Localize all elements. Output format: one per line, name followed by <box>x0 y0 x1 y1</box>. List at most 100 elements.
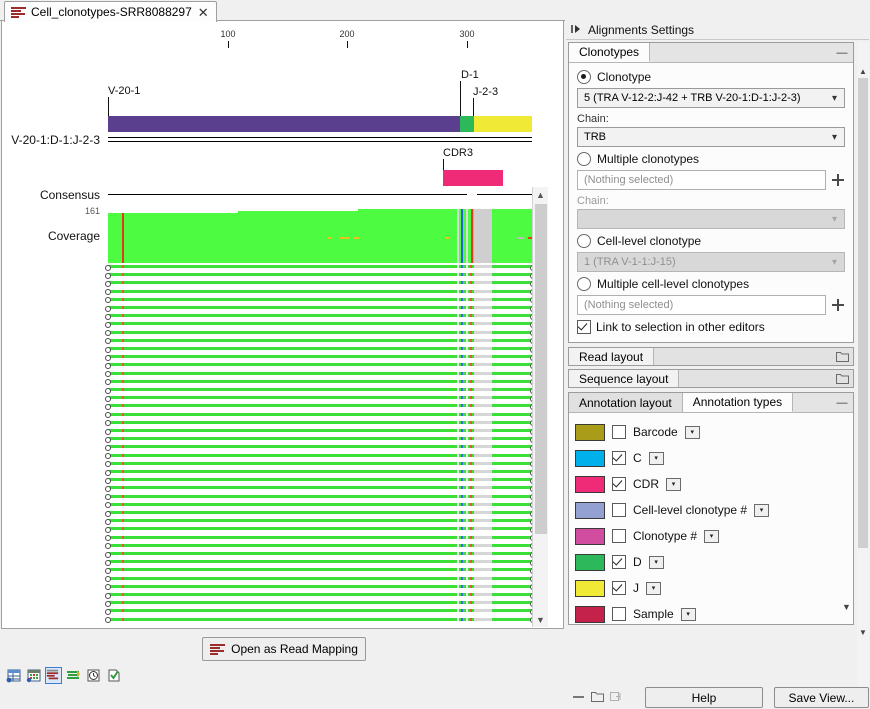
read-row[interactable] <box>108 617 532 621</box>
chevron-down-icon[interactable]: ▾ <box>704 529 720 543</box>
annotation-color-swatch[interactable] <box>575 527 605 545</box>
annotation-type-checkbox[interactable] <box>612 503 626 517</box>
annotation-type-checkbox[interactable] <box>612 451 626 465</box>
help-button[interactable]: Help <box>645 687 763 708</box>
annotation-list-scroll[interactable]: ▼ <box>841 413 853 616</box>
annotation-color-swatch[interactable] <box>575 605 605 623</box>
annotation-type-checkbox[interactable] <box>612 607 626 621</box>
read-row[interactable] <box>108 535 532 539</box>
read-row[interactable] <box>108 609 532 613</box>
chevron-down-icon[interactable]: ▾ <box>648 451 664 465</box>
read-row[interactable] <box>108 429 532 432</box>
read-row[interactable] <box>108 453 532 457</box>
history-view-icon[interactable] <box>85 667 102 684</box>
table-detail-view-icon[interactable] <box>25 667 42 684</box>
radio-row-multiple-clonotypes[interactable]: Multiple clonotypes <box>577 152 845 166</box>
read-layout-label[interactable]: Read layout <box>569 348 655 365</box>
expand-arrow-icon[interactable] <box>570 23 582 38</box>
read-row[interactable] <box>108 593 532 596</box>
annotation-color-swatch[interactable] <box>575 579 605 597</box>
read-row[interactable] <box>108 519 532 523</box>
read-row[interactable] <box>108 494 532 498</box>
read-row[interactable] <box>108 330 532 334</box>
read-row[interactable] <box>108 486 532 490</box>
read-row[interactable] <box>108 601 532 605</box>
reads-track[interactable] <box>105 264 536 627</box>
table-view-icon[interactable] <box>5 667 22 684</box>
read-row[interactable] <box>108 371 532 375</box>
radio-row-clonotype[interactable]: Clonotype <box>577 70 845 84</box>
radio-multiple-clonotypes[interactable] <box>577 152 591 166</box>
scroll-down-icon[interactable]: ▼ <box>842 602 851 612</box>
chevron-down-icon[interactable]: ▾ <box>648 555 664 569</box>
read-row[interactable] <box>108 396 532 400</box>
scrollbar-thumb[interactable] <box>535 204 547 534</box>
read-row[interactable] <box>108 273 532 277</box>
link-selection-row[interactable]: Link to selection in other editors <box>577 320 845 334</box>
read-row[interactable] <box>108 420 532 424</box>
chevron-down-icon[interactable]: ▾ <box>684 425 700 439</box>
read-row[interactable] <box>108 281 532 285</box>
minimize-icon[interactable]: — <box>831 393 853 412</box>
vertical-scrollbar[interactable]: ▲ ▼ <box>532 187 548 627</box>
folder-icon[interactable] <box>831 348 853 365</box>
annotation-color-swatch[interactable] <box>575 553 605 571</box>
read-row[interactable] <box>108 338 532 342</box>
read-row[interactable] <box>108 388 532 391</box>
read-row[interactable] <box>108 445 532 449</box>
radio-row-multiple-cell-level[interactable]: Multiple cell-level clonotypes <box>577 277 845 291</box>
open-as-read-mapping-button[interactable]: Open as Read Mapping <box>202 637 366 661</box>
radio-clonotype[interactable] <box>577 70 591 84</box>
radio-multiple-cell-level[interactable] <box>577 277 591 291</box>
read-row[interactable] <box>108 461 532 465</box>
chevron-down-icon[interactable]: ▾ <box>646 581 661 595</box>
restore-layout-icon[interactable] <box>610 691 623 705</box>
scrollbar-thumb[interactable] <box>858 78 868 548</box>
read-row[interactable] <box>108 584 532 588</box>
annotation-type-checkbox[interactable] <box>612 581 626 595</box>
chevron-down-icon[interactable]: ▾ <box>666 477 681 491</box>
chevron-down-icon[interactable]: ▾ <box>680 607 696 621</box>
add-icon[interactable] <box>831 298 845 312</box>
annotation-color-swatch[interactable] <box>575 449 605 467</box>
scroll-down-icon[interactable]: ▼ <box>533 612 548 627</box>
clonotype-select[interactable]: 5 (TRA V-12-2:J-42 + TRB V-20-1:D-1:J-2-… <box>577 88 845 108</box>
tab-clonotypes[interactable]: Clonotypes <box>569 43 651 62</box>
read-row[interactable] <box>108 470 532 473</box>
alignment-view-icon[interactable] <box>65 667 82 684</box>
tab-cell-clonotypes[interactable]: Cell_clonotypes-SRR8088297 ✕ <box>4 1 217 22</box>
annotation-type-checkbox[interactable] <box>612 425 626 439</box>
read-row[interactable] <box>108 568 532 572</box>
segment-bar-d[interactable] <box>460 116 474 132</box>
read-row[interactable] <box>108 322 532 326</box>
read-row[interactable] <box>108 478 532 482</box>
annotation-color-swatch[interactable] <box>575 501 605 519</box>
annotation-type-checkbox[interactable] <box>612 529 626 543</box>
read-row[interactable] <box>108 297 532 301</box>
read-row[interactable] <box>108 511 532 514</box>
read-row[interactable] <box>108 363 532 367</box>
link-selection-checkbox[interactable] <box>577 320 591 334</box>
read-row[interactable] <box>108 543 532 547</box>
read-row[interactable] <box>108 379 532 383</box>
element-info-view-icon[interactable] <box>105 667 122 684</box>
scroll-up-icon[interactable]: ▲ <box>533 187 548 202</box>
coverage-track[interactable] <box>108 209 538 263</box>
add-icon[interactable] <box>831 173 845 187</box>
read-row[interactable] <box>108 576 532 580</box>
read-row[interactable] <box>108 527 532 531</box>
side-panel-scrollbar[interactable]: ▲ ▼ <box>857 42 869 687</box>
close-icon[interactable]: ✕ <box>197 6 210 19</box>
segment-bar-v[interactable] <box>108 116 460 132</box>
annotation-color-swatch[interactable] <box>575 423 605 441</box>
radio-row-cell-level-clonotype[interactable]: Cell-level clonotype <box>577 234 845 248</box>
sequence-layout-section[interactable]: Sequence layout <box>568 369 854 388</box>
read-layout-section[interactable]: Read layout <box>568 347 854 366</box>
read-row[interactable] <box>108 289 532 293</box>
chevron-down-icon[interactable]: ▾ <box>754 503 770 517</box>
read-mapping-view-icon[interactable] <box>45 667 62 684</box>
collapse-all-icon[interactable] <box>572 691 585 705</box>
read-row[interactable] <box>108 437 532 441</box>
read-row[interactable] <box>108 412 532 416</box>
read-row[interactable] <box>108 355 532 359</box>
